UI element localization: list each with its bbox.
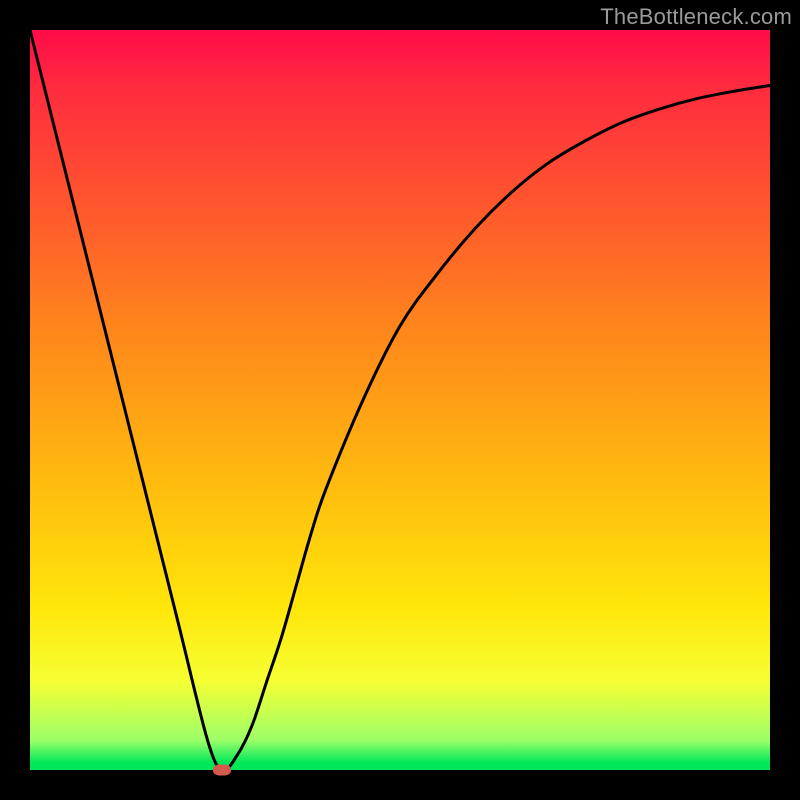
plot-area (30, 30, 770, 770)
curve-path (30, 30, 770, 770)
frame: TheBottleneck.com (0, 0, 800, 800)
watermark-text: TheBottleneck.com (600, 4, 792, 30)
optimum-marker (213, 765, 231, 776)
chart-curve (30, 30, 770, 770)
